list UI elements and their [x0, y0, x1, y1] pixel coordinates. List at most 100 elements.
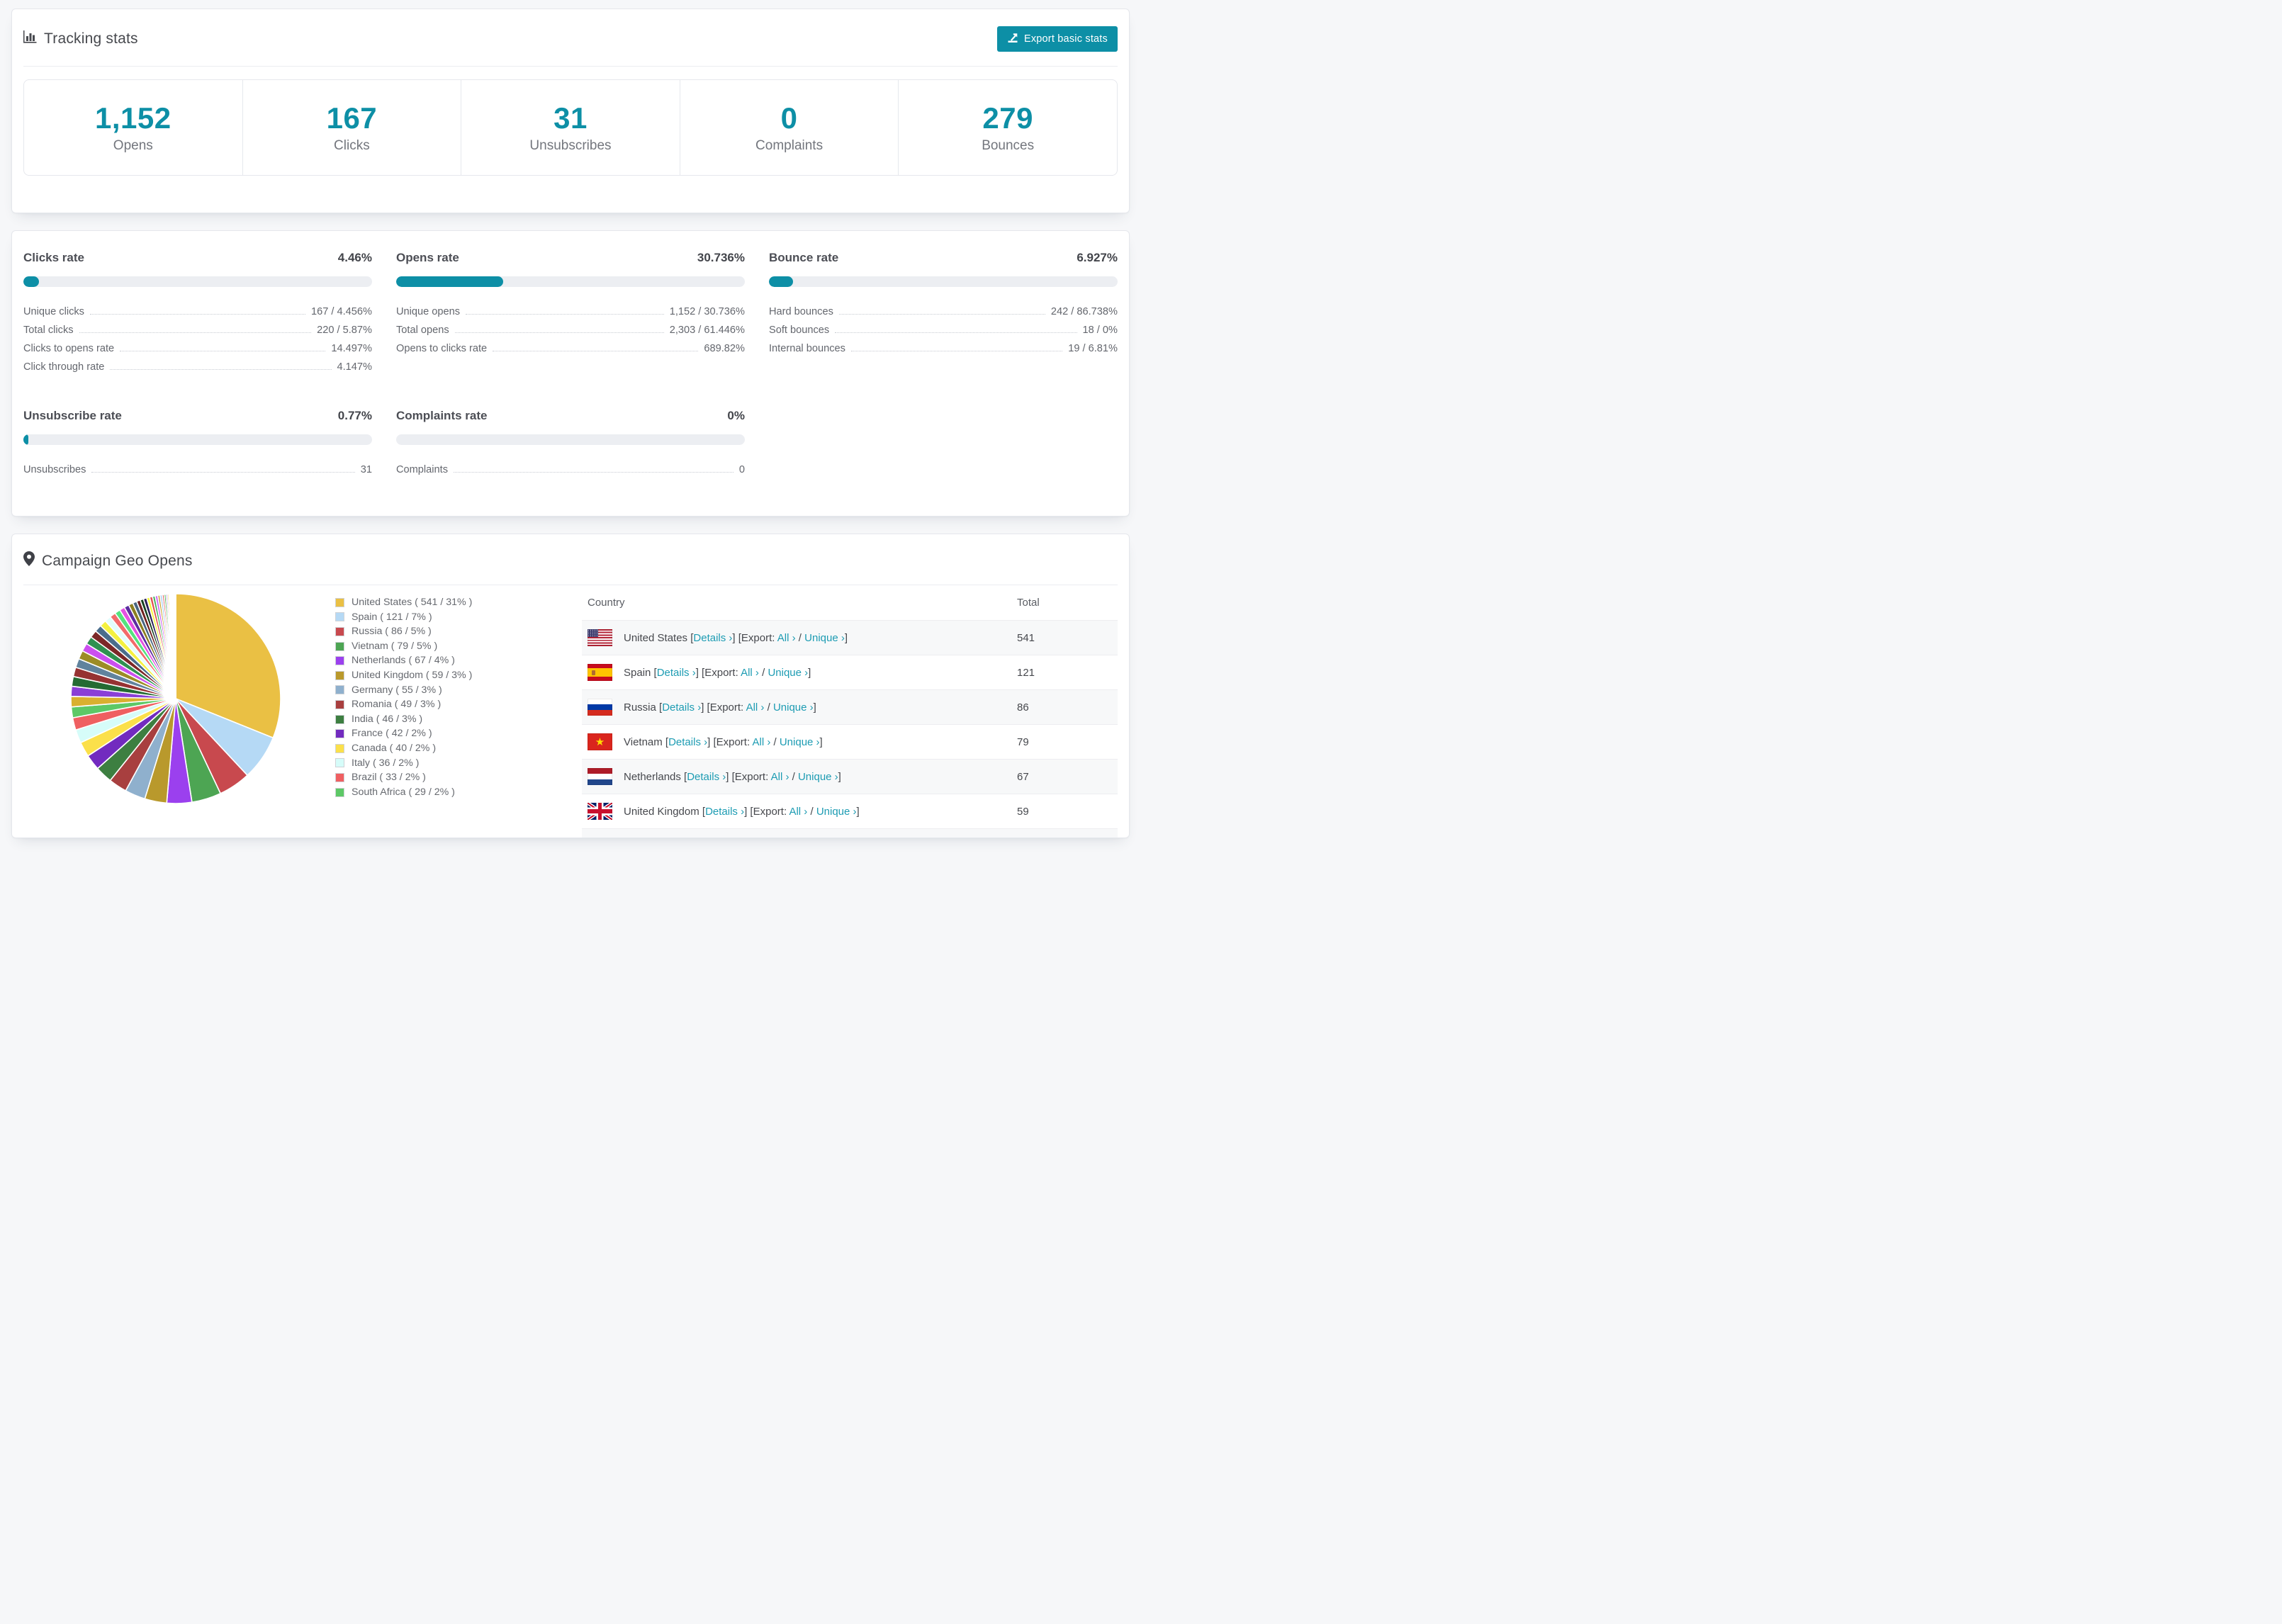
geo-row-united-kingdom: United Kingdom [Details ›] [Export: All … — [582, 794, 1118, 829]
rate-panel-bounce-rate: Bounce rate 6.927% Hard bounces 242 / 86… — [769, 251, 1118, 376]
map-pin-icon — [23, 551, 35, 570]
tracking-stats-header: Tracking stats Export basic stats — [12, 9, 1129, 66]
export-unique-link[interactable]: Unique › — [816, 806, 857, 818]
stat-value: 1,152 — [94, 101, 172, 135]
rate-item-hard-bounces: Hard bounces 242 / 86.738% — [769, 306, 1118, 317]
country-total: 541 — [1017, 631, 1035, 644]
legend-label: France ( 42 / 2% ) — [352, 728, 432, 740]
export-unique-link[interactable]: Unique › — [773, 701, 814, 714]
stat-value: 0 — [780, 101, 798, 135]
page-title-text: Tracking stats — [44, 30, 138, 47]
geo-row-vietnam: Vietnam [Details ›] [Export: All › / Uni… — [582, 724, 1118, 760]
bar-chart-icon — [23, 30, 37, 48]
legend-swatch — [335, 626, 344, 636]
legend-item-spain: Spain ( 121 / 7% ) — [335, 610, 527, 625]
unsubscribe-rate-progress — [23, 434, 372, 445]
details-link[interactable]: Details › — [668, 736, 707, 748]
stat-complaints: 0 Complaints — [680, 80, 899, 175]
legend-label: United Kingdom ( 59 / 3% ) — [352, 669, 473, 681]
details-link[interactable]: Details › — [687, 771, 726, 783]
export-all-link[interactable]: All › — [741, 667, 759, 679]
legend-swatch — [335, 597, 344, 607]
legend-item-france: France ( 42 / 2% ) — [335, 726, 527, 741]
rate-item-opens-to-clicks-rate: Opens to clicks rate 689.82% — [396, 343, 745, 354]
legend-label: Netherlands ( 67 / 4% ) — [352, 655, 455, 667]
dotted-leader — [454, 472, 734, 473]
geo-opens-card: Campaign Geo Opens United States ( 541 /… — [11, 534, 1130, 838]
stats-body: 1,152 Opens 167 Clicks 31 Unsubscribes 0 Co… — [12, 67, 1129, 213]
stat-label: Opens — [113, 138, 153, 153]
rate-item-unsubscribes: Unsubscribes 31 — [23, 464, 372, 475]
details-link[interactable]: Details › — [662, 701, 701, 714]
geo-row-russia: Russia [Details ›] [Export: All › / Uniq… — [582, 689, 1118, 725]
page-title: Tracking stats — [23, 30, 138, 48]
rates-grid: Clicks rate 4.46% Unique clicks 167 / 4.… — [23, 251, 1118, 479]
rate-item-total-opens: Total opens 2,303 / 61.446% — [396, 325, 745, 336]
export-all-link[interactable]: All › — [777, 632, 796, 644]
export-unique-link[interactable]: Unique › — [798, 771, 838, 783]
legend-label: Spain ( 121 / 7% ) — [352, 611, 432, 623]
export-all-link[interactable]: All › — [771, 771, 789, 783]
rate-value: 6.927% — [1077, 251, 1118, 264]
legend-label: Germany ( 55 / 3% ) — [352, 684, 442, 696]
legend-label: Romania ( 49 / 3% ) — [352, 699, 442, 711]
country-total: 67 — [1017, 770, 1029, 783]
export-all-link[interactable]: All › — [789, 806, 807, 818]
legend-item-italy: Italy ( 36 / 2% ) — [335, 756, 527, 771]
legend-item-brazil: Brazil ( 33 / 2% ) — [335, 770, 527, 785]
stat-opens: 1,152 Opens — [24, 80, 243, 175]
export-all-link[interactable]: All › — [746, 701, 765, 714]
rate-title: Complaints rate — [396, 409, 488, 422]
details-link[interactable]: Details › — [693, 632, 732, 644]
rate-item-click-through-rate: Click through rate 4.147% — [23, 361, 372, 373]
complaints-rate-progress — [396, 434, 745, 445]
legend-item-canada: Canada ( 40 / 2% ) — [335, 741, 527, 756]
flag-icon-vn — [588, 733, 612, 750]
geo-header: Campaign Geo Opens — [12, 534, 1129, 585]
legend-item-united-kingdom: United Kingdom ( 59 / 3% ) — [335, 668, 527, 683]
dashboard-page: Tracking stats Export basic stats 1,152 … — [0, 0, 1141, 851]
export-unique-link[interactable]: Unique › — [804, 632, 845, 644]
dotted-leader — [89, 314, 305, 315]
rate-item-total-clicks: Total clicks 220 / 5.87% — [23, 325, 372, 336]
export-icon — [1007, 32, 1018, 46]
country-total: 121 — [1017, 666, 1035, 679]
legend-swatch — [335, 772, 344, 782]
export-unique-link[interactable]: Unique › — [780, 736, 820, 748]
rate-item-soft-bounces: Soft bounces 18 / 0% — [769, 325, 1118, 336]
country-total: 55 — [1011, 829, 1118, 838]
stat-value: 279 — [982, 101, 1033, 135]
geo-legend: United States ( 541 / 31% ) Spain ( 121 … — [335, 595, 527, 799]
legend-label: Russia ( 86 / 5% ) — [352, 626, 432, 638]
legend-swatch — [335, 685, 344, 695]
legend-swatch — [335, 670, 344, 680]
legend-item-vietnam: Vietnam ( 79 / 5% ) — [335, 639, 527, 654]
details-link[interactable]: Details › — [705, 806, 744, 818]
export-basic-stats-button[interactable]: Export basic stats — [996, 26, 1118, 52]
flag-icon-gb — [588, 803, 612, 820]
dotted-leader — [835, 332, 1077, 333]
rate-value: 30.736% — [697, 251, 745, 264]
legend-item-germany: Germany ( 55 / 3% ) — [335, 683, 527, 698]
legend-label: United States ( 541 / 31% ) — [352, 597, 473, 608]
export-unique-link[interactable]: Unique › — [768, 667, 808, 679]
geo-row-united-states: United States [Details ›] [Export: All ›… — [582, 620, 1118, 655]
rate-head: Opens rate 30.736% — [396, 251, 745, 265]
country-cell-text: United Kingdom [Details ›] [Export: All … — [624, 805, 860, 818]
legend-label: South Africa ( 29 / 2% ) — [352, 786, 455, 798]
rate-panel-opens-rate: Opens rate 30.736% Unique opens 1,152 / … — [396, 251, 745, 376]
geo-table-header-row: Country Total — [582, 585, 1118, 621]
legend-swatch — [335, 787, 344, 797]
stat-value: 31 — [553, 101, 588, 135]
legend-item-india: India ( 46 / 3% ) — [335, 712, 527, 727]
rate-item-internal-bounces: Internal bounces 19 / 6.81% — [769, 343, 1118, 354]
country-cell-text: Spain [Details ›] [Export: All › / Uniqu… — [624, 666, 811, 679]
geo-row-netherlands: Netherlands [Details ›] [Export: All › /… — [582, 759, 1118, 794]
details-link[interactable]: Details › — [657, 667, 696, 679]
rate-title: Opens rate — [396, 251, 459, 264]
legend-swatch — [335, 612, 344, 622]
rate-value: 0.77% — [337, 409, 372, 422]
rate-head: Complaints rate 0% — [396, 409, 745, 423]
country-total: 86 — [1017, 701, 1029, 714]
export-all-link[interactable]: All › — [752, 736, 770, 748]
